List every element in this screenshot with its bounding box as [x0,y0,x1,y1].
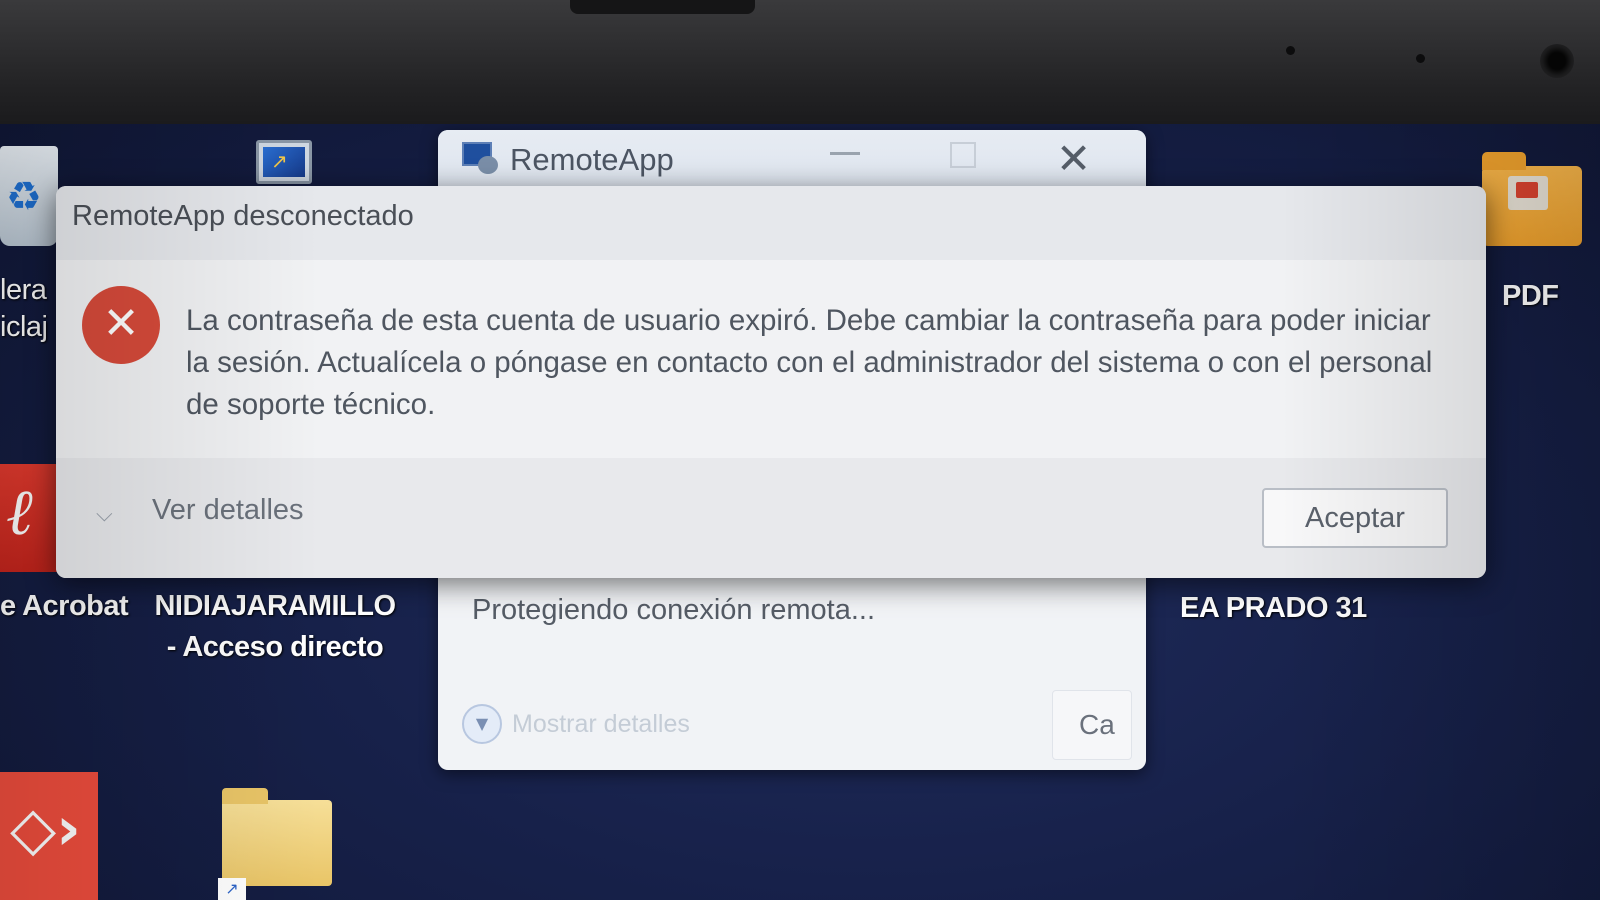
window-title: RemoteApp [510,142,674,177]
recycle-bin-icon[interactable]: ♻ [0,146,58,246]
chevron-down-icon[interactable]: ⌵ [96,502,113,527]
remoteapp-icon [462,142,498,174]
nidia-shortcut-label-line2: - Acceso directo [166,631,384,663]
folder-icon[interactable] [222,788,332,886]
anydesk-icon[interactable]: ◇› [0,772,98,900]
ea-prado-label: EA PRADO 31 [1180,592,1367,624]
see-details-link[interactable]: Ver detalles [152,494,304,527]
maximize-icon[interactable] [950,142,976,168]
close-icon[interactable]: ✕ [1056,134,1091,183]
pdf-folder-label: PDF [1502,280,1559,312]
dialog-titlebar: RemoteApp desconectado [56,186,1486,260]
error-message: La contraseña de esta cuenta de usuario … [186,304,1433,421]
connection-status-text: Protegiendo conexión remota... [472,594,876,626]
remote-desktop-icon[interactable]: ↗ [256,140,312,184]
nidia-shortcut-label-line1: NIDIAJARAMILLO [154,590,396,622]
window-titlebar: RemoteApp ✕ [438,130,1146,190]
recycle-bin-label-line1: lera [0,274,47,306]
sensor-dot [1416,54,1425,63]
minimize-icon[interactable] [830,152,860,155]
acrobat-label: e Acrobat [0,590,129,622]
shortcut-arrow-icon: ↗ [218,878,246,900]
show-details-link[interactable]: Mostrar detalles [512,710,690,739]
remoteapp-error-dialog: RemoteApp desconectado ✕ La contraseña d… [56,186,1486,578]
dialog-footer: ⌵ Ver detalles Aceptar [56,458,1486,578]
expand-details-icon[interactable]: ▼ [462,704,502,744]
sensor-dot [1286,46,1295,55]
laptop-bezel [0,0,1600,128]
accept-button[interactable]: Aceptar [1262,488,1448,548]
dialog-title: RemoteApp desconectado [72,200,414,232]
recycle-bin-label: lera iclaj [0,274,48,344]
dialog-body: ✕ La contraseña de esta cuenta de usuari… [56,260,1486,458]
cancel-button[interactable]: Ca [1052,690,1132,760]
bezel-notch [570,0,755,14]
error-icon: ✕ [82,286,160,364]
pdf-folder-icon[interactable] [1482,152,1582,246]
webcam [1540,44,1574,78]
nidia-shortcut-label: NIDIAJARAMILLO - Acceso directo [150,590,400,664]
recycle-bin-label-line2: iclaj [0,311,48,343]
